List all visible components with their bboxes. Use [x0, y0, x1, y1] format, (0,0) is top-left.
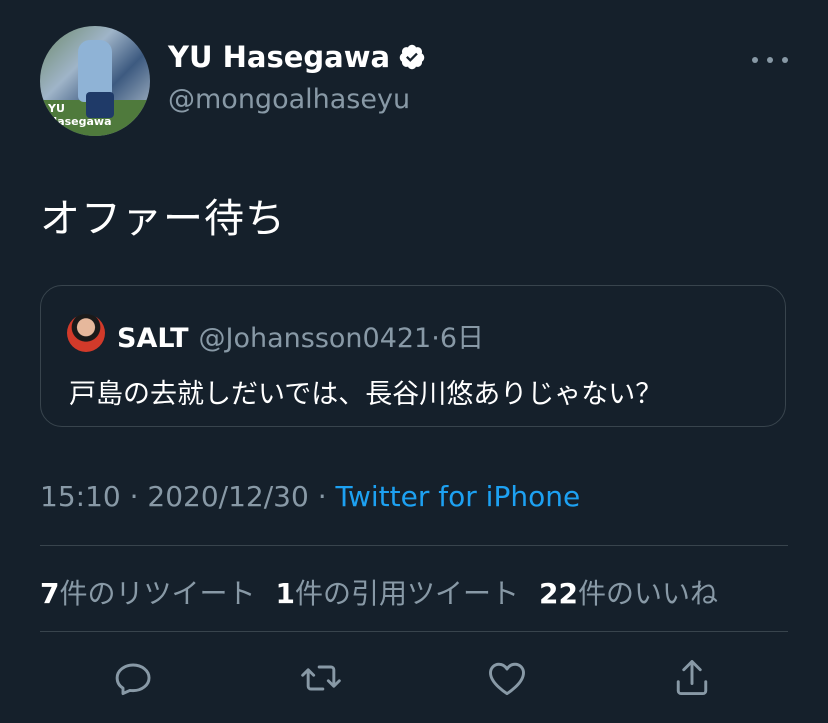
reply-button[interactable]	[112, 656, 156, 700]
likes-label: 件のいいね	[577, 577, 718, 610]
timestamp-separator: ·	[129, 480, 139, 513]
quotes-stat[interactable]: 1件の引用ツイート	[276, 572, 520, 612]
author-handle[interactable]: @mongoalhaseyu	[168, 84, 410, 115]
author-name[interactable]: YU Hasegawa	[168, 40, 390, 74]
quoted-handle-time: @Johansson0421·6日	[199, 316, 485, 355]
more-options-icon[interactable]	[752, 48, 788, 72]
divider	[40, 545, 788, 546]
quoted-avatar[interactable]	[67, 314, 105, 352]
quotes-label: 件の引用ツイート	[294, 577, 519, 610]
likes-count: 22	[539, 577, 578, 610]
share-icon	[676, 660, 708, 696]
retweets-label: 件のリツイート	[59, 577, 256, 610]
quotes-count: 1	[275, 577, 295, 610]
like-button[interactable]	[485, 656, 529, 700]
like-icon	[489, 662, 525, 696]
tweet-stats: 7件のリツイート 1件の引用ツイート 22件のいいね	[40, 572, 718, 612]
reply-icon	[115, 663, 151, 696]
retweets-stat[interactable]: 7件のリツイート	[40, 572, 256, 612]
tweet-date[interactable]: 2020/12/30	[147, 480, 308, 513]
retweet-icon	[301, 665, 341, 691]
quoted-name: SALT	[117, 323, 189, 354]
retweet-button[interactable]	[299, 656, 343, 700]
quoted-handle: @Johansson0421	[198, 323, 432, 354]
author-avatar[interactable]: YU Hasegawa	[40, 26, 150, 136]
more-dot	[752, 57, 758, 63]
more-dot	[767, 57, 773, 63]
more-dot	[782, 57, 788, 63]
author-name-row[interactable]: YU Hasegawa	[168, 40, 426, 74]
quoted-age: 6日	[439, 323, 485, 354]
tweet-source-link[interactable]: Twitter for iPhone	[336, 480, 581, 513]
quoted-tweet[interactable]: SALT @Johansson0421·6日 戸島の去就しだいでは、長谷川悠あり…	[40, 285, 786, 427]
quoted-text: 戸島の去就しだいでは、長谷川悠ありじゃない？	[69, 379, 663, 410]
avatar-watermark: YU Hasegawa	[48, 102, 112, 128]
likes-stat[interactable]: 22件のいいね	[539, 572, 718, 612]
tweet-text: オファー待ち	[40, 196, 286, 242]
retweets-count: 7	[40, 577, 60, 610]
verified-badge-icon	[399, 44, 425, 70]
quoted-separator: ·	[431, 323, 440, 354]
divider	[40, 631, 788, 632]
share-button[interactable]	[670, 656, 714, 700]
tweet-timestamp: 15:10 · 2020/12/30 · Twitter for iPhone	[40, 480, 580, 513]
action-bar	[0, 656, 828, 700]
tweet-time[interactable]: 15:10	[40, 480, 121, 513]
quoted-header: SALT @Johansson0421·6日	[117, 316, 484, 355]
timestamp-separator: ·	[317, 480, 327, 513]
